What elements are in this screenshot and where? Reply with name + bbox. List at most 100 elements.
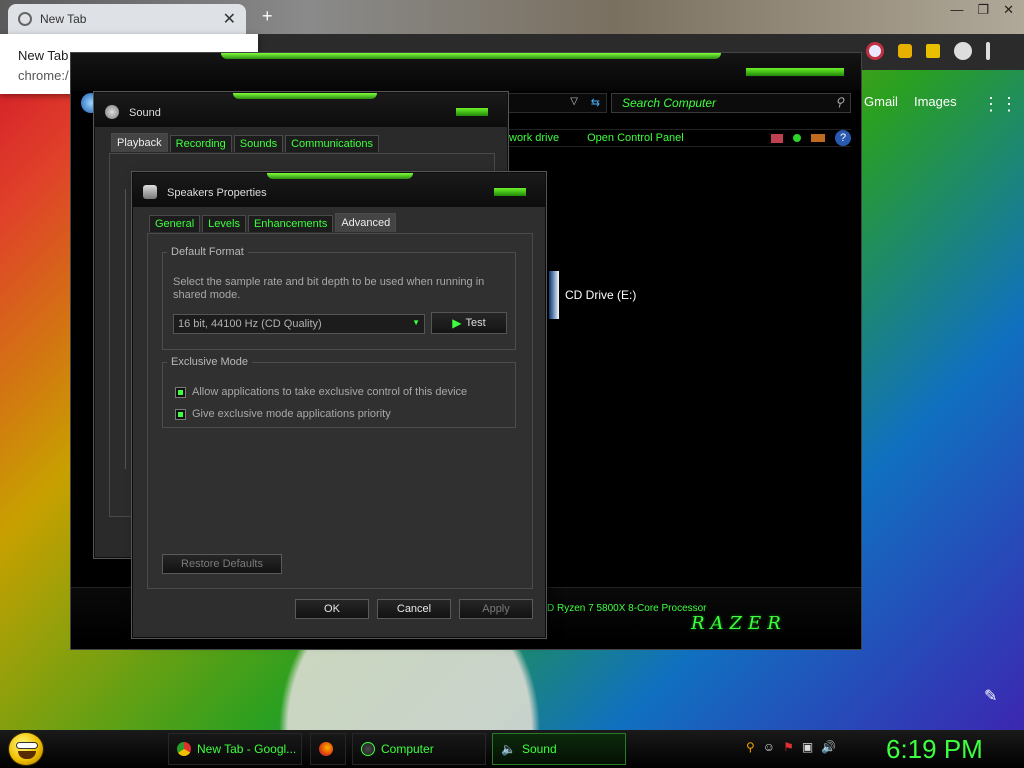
volume-icon[interactable]: 🔊	[821, 740, 836, 754]
account-avatar-icon[interactable]	[954, 42, 972, 60]
chrome-tab-title: New Tab	[40, 12, 87, 26]
preview-pane-icon[interactable]	[811, 134, 825, 142]
tab-general[interactable]: General	[149, 215, 201, 232]
restore-defaults-button[interactable]: Restore Defaults	[162, 554, 282, 574]
minimize-icon[interactable]: —	[950, 2, 963, 18]
profile-flag-icon[interactable]	[866, 42, 884, 60]
views-icon[interactable]	[771, 133, 783, 143]
speakers-dialog-title: Speakers Properties	[167, 187, 267, 199]
default-format-legend: Default Format	[171, 246, 244, 258]
exclusive-mode-group: Exclusive Mode Allow applications to tak…	[162, 356, 516, 428]
exclusive-control-label: Allow applications to take exclusive con…	[192, 386, 468, 398]
system-tray: ⚲ ☺ ⚑ ▣ 🔊	[746, 740, 836, 754]
tab-advanced[interactable]: Advanced	[335, 213, 397, 232]
computer-icon	[361, 742, 375, 756]
map-network-drive-button[interactable]: work drive	[509, 132, 559, 144]
chrome-menu-icon[interactable]	[986, 42, 990, 60]
sample-rate-value: 16 bit, 44100 Hz (CD Quality)	[178, 318, 322, 330]
speakers-close-button[interactable]	[493, 187, 527, 197]
chrome-favicon-icon	[18, 12, 32, 26]
speaker-icon: 🔈	[501, 742, 516, 756]
network-icon[interactable]: ▣	[802, 740, 813, 754]
search-tray-icon[interactable]: ⚲	[746, 740, 755, 754]
open-control-panel-button[interactable]: Open Control Panel	[587, 132, 684, 144]
cd-drive-icon	[549, 271, 559, 319]
google-header-links: Gmail Images	[864, 94, 957, 109]
explorer-window-controls[interactable]	[745, 67, 845, 77]
taskbar-item-chrome[interactable]: New Tab - Googl...	[168, 733, 302, 765]
test-button[interactable]: ▶ Test	[431, 312, 507, 334]
ok-button[interactable]: OK	[295, 599, 369, 619]
restore-icon[interactable]: ❐	[977, 2, 989, 18]
sound-dialog-icon	[105, 105, 119, 119]
play-icon: ▶	[452, 316, 462, 330]
taskbar-clock[interactable]: 6:19 PM	[886, 734, 983, 765]
speaker-properties-icon	[143, 185, 157, 199]
advanced-panel: Default Format Select the sample rate an…	[147, 233, 533, 589]
default-format-group: Default Format Select the sample rate an…	[162, 246, 516, 350]
gmail-link[interactable]: Gmail	[864, 94, 898, 109]
cancel-button[interactable]: Cancel	[377, 599, 451, 619]
start-button-smiley-icon[interactable]	[8, 732, 44, 766]
address-dropdown-icon[interactable]: ▽	[570, 96, 578, 107]
exclusive-priority-option[interactable]: Give exclusive mode applications priorit…	[175, 408, 391, 420]
customize-pencil-icon[interactable]: ✎	[984, 686, 997, 706]
tab-communications[interactable]: Communications	[285, 135, 380, 152]
cd-drive-item[interactable]: CD Drive (E:)	[549, 271, 636, 319]
test-button-label: Test	[465, 317, 486, 329]
chrome-icon	[177, 742, 191, 756]
view-options: ?	[771, 130, 851, 146]
exclusive-priority-checkbox[interactable]	[175, 408, 186, 420]
sound-titlebar-accent	[233, 93, 377, 99]
speakers-tabs: General Levels Enhancements Advanced	[149, 213, 397, 232]
tab-levels[interactable]: Levels	[202, 215, 246, 232]
titlebar-accent	[221, 53, 721, 59]
sidebar-icon[interactable]	[926, 44, 940, 58]
action-center-flag-icon[interactable]: ⚑	[783, 740, 794, 754]
address-bar[interactable]: ▽ ⇆	[507, 93, 607, 113]
speakers-properties-dialog: Speakers Properties General Levels Enhan…	[132, 172, 546, 638]
taskbar-sound-label: Sound	[521, 742, 557, 756]
firefox-icon	[319, 742, 333, 756]
search-computer-input[interactable]: Search Computer ⚲	[611, 93, 851, 113]
sound-dialog-title: Sound	[129, 107, 161, 119]
tab-playback[interactable]: Playback	[111, 133, 168, 152]
close-tab-icon[interactable]: ✕	[223, 9, 236, 29]
apply-button[interactable]: Apply	[459, 599, 533, 619]
processor-info: D Ryzen 7 5800X 8-Core Processor	[547, 603, 707, 614]
close-window-icon[interactable]: ✕	[1003, 2, 1014, 18]
help-icon[interactable]: ?	[835, 130, 851, 146]
taskbar-item-computer[interactable]: Computer	[352, 733, 486, 765]
search-placeholder: Search Computer	[622, 96, 717, 110]
exclusive-priority-label: Give exclusive mode applications priorit…	[192, 408, 391, 420]
chrome-extension-icons	[866, 42, 990, 60]
emoji-tray-icon[interactable]: ☺	[763, 740, 775, 754]
search-icon[interactable]: ⚲	[835, 95, 844, 109]
refresh-icon[interactable]: ⇆	[591, 96, 600, 109]
taskbar-item-sound[interactable]: 🔈 Sound	[492, 733, 626, 765]
tab-enhancements[interactable]: Enhancements	[247, 215, 334, 232]
new-tab-button[interactable]: +	[262, 6, 273, 27]
extensions-puzzle-icon[interactable]	[898, 44, 912, 58]
speakers-titlebar: Speakers Properties	[133, 173, 545, 207]
taskbar-item-firefox[interactable]	[310, 733, 346, 765]
tab-sounds[interactable]: Sounds	[233, 135, 284, 152]
chrome-tab-strip: New Tab ✕ + — ❐ ✕	[0, 0, 1024, 34]
tab-recording[interactable]: Recording	[169, 135, 232, 152]
taskbar-chrome-label: New Tab - Googl...	[197, 742, 297, 756]
status-icon[interactable]	[793, 134, 801, 142]
exclusive-control-checkbox[interactable]	[175, 386, 186, 398]
sound-close-button[interactable]	[455, 107, 489, 117]
chrome-tab-new-tab[interactable]: New Tab ✕	[8, 4, 246, 34]
apps-grid-icon[interactable]: ⋮⋮⋮	[982, 94, 1024, 115]
exclusive-mode-legend: Exclusive Mode	[171, 356, 249, 368]
sound-titlebar: Sound	[95, 93, 507, 127]
explorer-titlebar	[71, 53, 861, 91]
exclusive-control-option[interactable]: Allow applications to take exclusive con…	[175, 386, 467, 398]
taskbar: New Tab - Googl... Computer 🔈 Sound	[0, 730, 1024, 768]
sample-rate-dropdown[interactable]: 16 bit, 44100 Hz (CD Quality) ▼	[173, 314, 425, 334]
speakers-titlebar-accent	[267, 173, 413, 179]
explorer-command-bar: work drive Open Control Panel ?	[507, 129, 851, 147]
chevron-down-icon: ▼	[412, 318, 420, 327]
images-link[interactable]: Images	[914, 94, 957, 109]
